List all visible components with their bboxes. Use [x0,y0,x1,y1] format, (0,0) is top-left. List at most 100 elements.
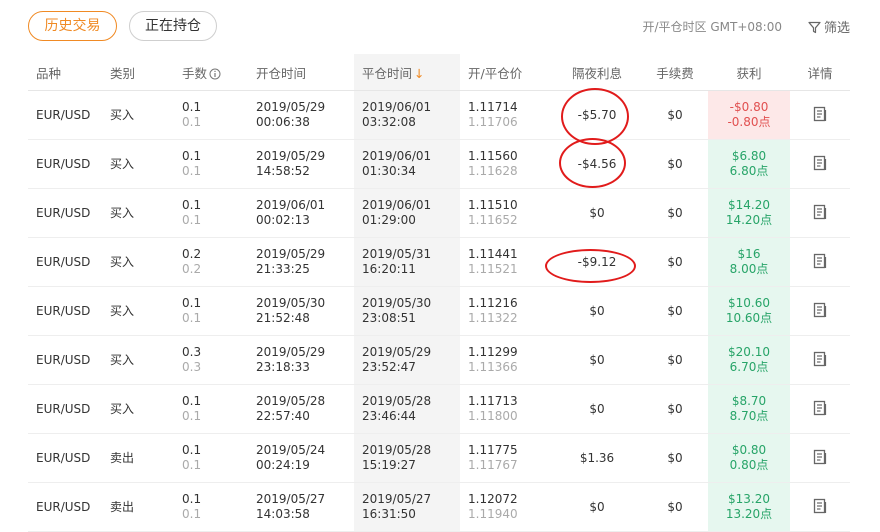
filter-label: 筛选 [823,21,850,36]
open-time-value: 00:06:38 [256,115,310,129]
swap-value: $0 [589,303,605,318]
fee-value: $0 [667,352,683,367]
lots-cell: 0.1 0.1 [174,384,248,434]
profit-value: $16 [737,247,761,261]
price-value: 1.11216 [468,296,518,310]
detail-icon[interactable] [812,302,828,321]
open-time-value: 14:03:58 [256,507,310,521]
filter-icon [808,21,821,34]
detail-icon[interactable] [812,400,828,419]
close-time-value: 15:19:27 [362,458,416,472]
detail-icon[interactable] [812,498,828,517]
type-cell: 卖出 [102,482,174,532]
profit-cell: $13.20 13.20点 [708,482,790,532]
fee-cell: $0 [642,482,708,532]
close-time-cell: 2019/06/01 01:30:34 [354,139,460,189]
fee-value: $0 [667,156,683,171]
detail-cell [790,188,850,238]
open-time-value: 00:24:19 [256,458,310,472]
lots-value: 0.1 [182,507,202,521]
symbol-cell: EUR/USD [28,139,102,189]
close-time-value: 03:32:08 [362,115,416,129]
detail-icon[interactable] [812,449,828,468]
close-time-cell: 2019/05/31 16:20:11 [354,237,460,287]
profit-cell: $20.10 6.70点 [708,335,790,385]
lots-cell: 0.1 0.1 [174,433,248,483]
close-time-cell: 2019/05/29 23:52:47 [354,335,460,385]
swap-value: $0 [589,401,605,416]
tab-positions[interactable]: 正在持仓 [129,11,217,41]
profit-cell: $16 8.00点 [708,237,790,287]
col-open-time[interactable]: 开仓时间 [248,54,354,91]
type-value: 买入 [110,107,135,122]
detail-icon[interactable] [812,106,828,125]
type-cell: 买入 [102,335,174,385]
price-value: 1.11652 [468,213,518,227]
symbol-cell: EUR/USD [28,482,102,532]
open-time-cell: 2019/05/29 21:33:25 [248,237,354,287]
profit-cell: $14.20 14.20点 [708,188,790,238]
lots-value: 0.1 [182,198,202,212]
open-time-cell: 2019/05/24 00:24:19 [248,433,354,483]
detail-icon[interactable] [812,351,828,370]
price-value: 1.11322 [468,311,518,325]
lots-cell: 0.3 0.3 [174,335,248,385]
swap-cell: -$9.12 [552,237,642,287]
swap-cell: $0 [552,335,642,385]
close-time-value: 23:08:51 [362,311,416,325]
detail-icon[interactable] [812,253,828,272]
detail-icon[interactable] [812,204,828,223]
close-time-value: 2019/05/31 [362,247,432,261]
type-value: 卖出 [110,499,135,514]
fee-cell: $0 [642,139,708,189]
open-time-cell: 2019/05/29 00:06:38 [248,90,354,140]
col-lots-label: 手数 [182,65,208,81]
open-time-value: 2019/05/29 [256,100,326,114]
lots-cell: 0.2 0.2 [174,237,248,287]
price-value: 1.11800 [468,409,518,423]
col-close-time[interactable]: 平仓时间 ↓ [354,54,460,91]
open-time-value: 00:02:13 [256,213,310,227]
open-time-value: 2019/05/29 [256,149,326,163]
lots-value: 0.1 [182,115,202,129]
swap-cell: -$4.56 [552,139,642,189]
fee-value: $0 [667,254,683,269]
type-value: 买入 [110,401,135,416]
close-time-value: 23:52:47 [362,360,416,374]
fee-value: $0 [667,401,683,416]
price-cell: 1.11714 1.11706 [460,90,552,140]
profit-points: 8.70点 [729,409,769,423]
symbol-value: EUR/USD [36,450,91,465]
close-time-value: 2019/05/30 [362,296,432,310]
detail-icon[interactable] [812,155,828,174]
lots-cell: 0.1 0.1 [174,90,248,140]
swap-cell: $0 [552,188,642,238]
close-time-value: 2019/05/28 [362,394,432,408]
profit-points: 14.20点 [725,213,773,227]
close-time-value: 23:46:44 [362,409,416,423]
profit-points: 8.00点 [729,262,769,276]
profit-points: 10.60点 [725,311,773,325]
tab-history[interactable]: 历史交易 [28,11,117,41]
info-icon[interactable] [209,68,221,80]
lots-value: 0.1 [182,311,202,325]
lots-value: 0.1 [182,394,202,408]
price-value: 1.11441 [468,247,518,261]
profit-cell: -$0.80 -0.80点 [708,90,790,140]
swap-value: $0 [589,499,605,514]
col-lots: 手数 [174,54,248,91]
profit-value: $20.10 [728,345,770,359]
profit-points: 6.80点 [729,164,769,178]
profit-value: -$0.80 [729,100,769,114]
filter-button[interactable]: 筛选 [808,17,850,36]
lots-value: 0.2 [182,247,202,261]
close-time-value: 2019/06/01 [362,100,432,114]
lots-cell: 0.1 0.1 [174,286,248,336]
close-time-cell: 2019/05/28 23:46:44 [354,384,460,434]
fee-value: $0 [667,107,683,122]
lots-value: 0.1 [182,164,202,178]
table-row: EUR/USD 买入 0.1 0.1 2019/05/28 22:57:40 2019/05… [28,384,850,434]
lots-value: 0.3 [182,345,202,359]
price-cell: 1.11441 1.11521 [460,237,552,287]
close-time-value: 2019/05/29 [362,345,432,359]
